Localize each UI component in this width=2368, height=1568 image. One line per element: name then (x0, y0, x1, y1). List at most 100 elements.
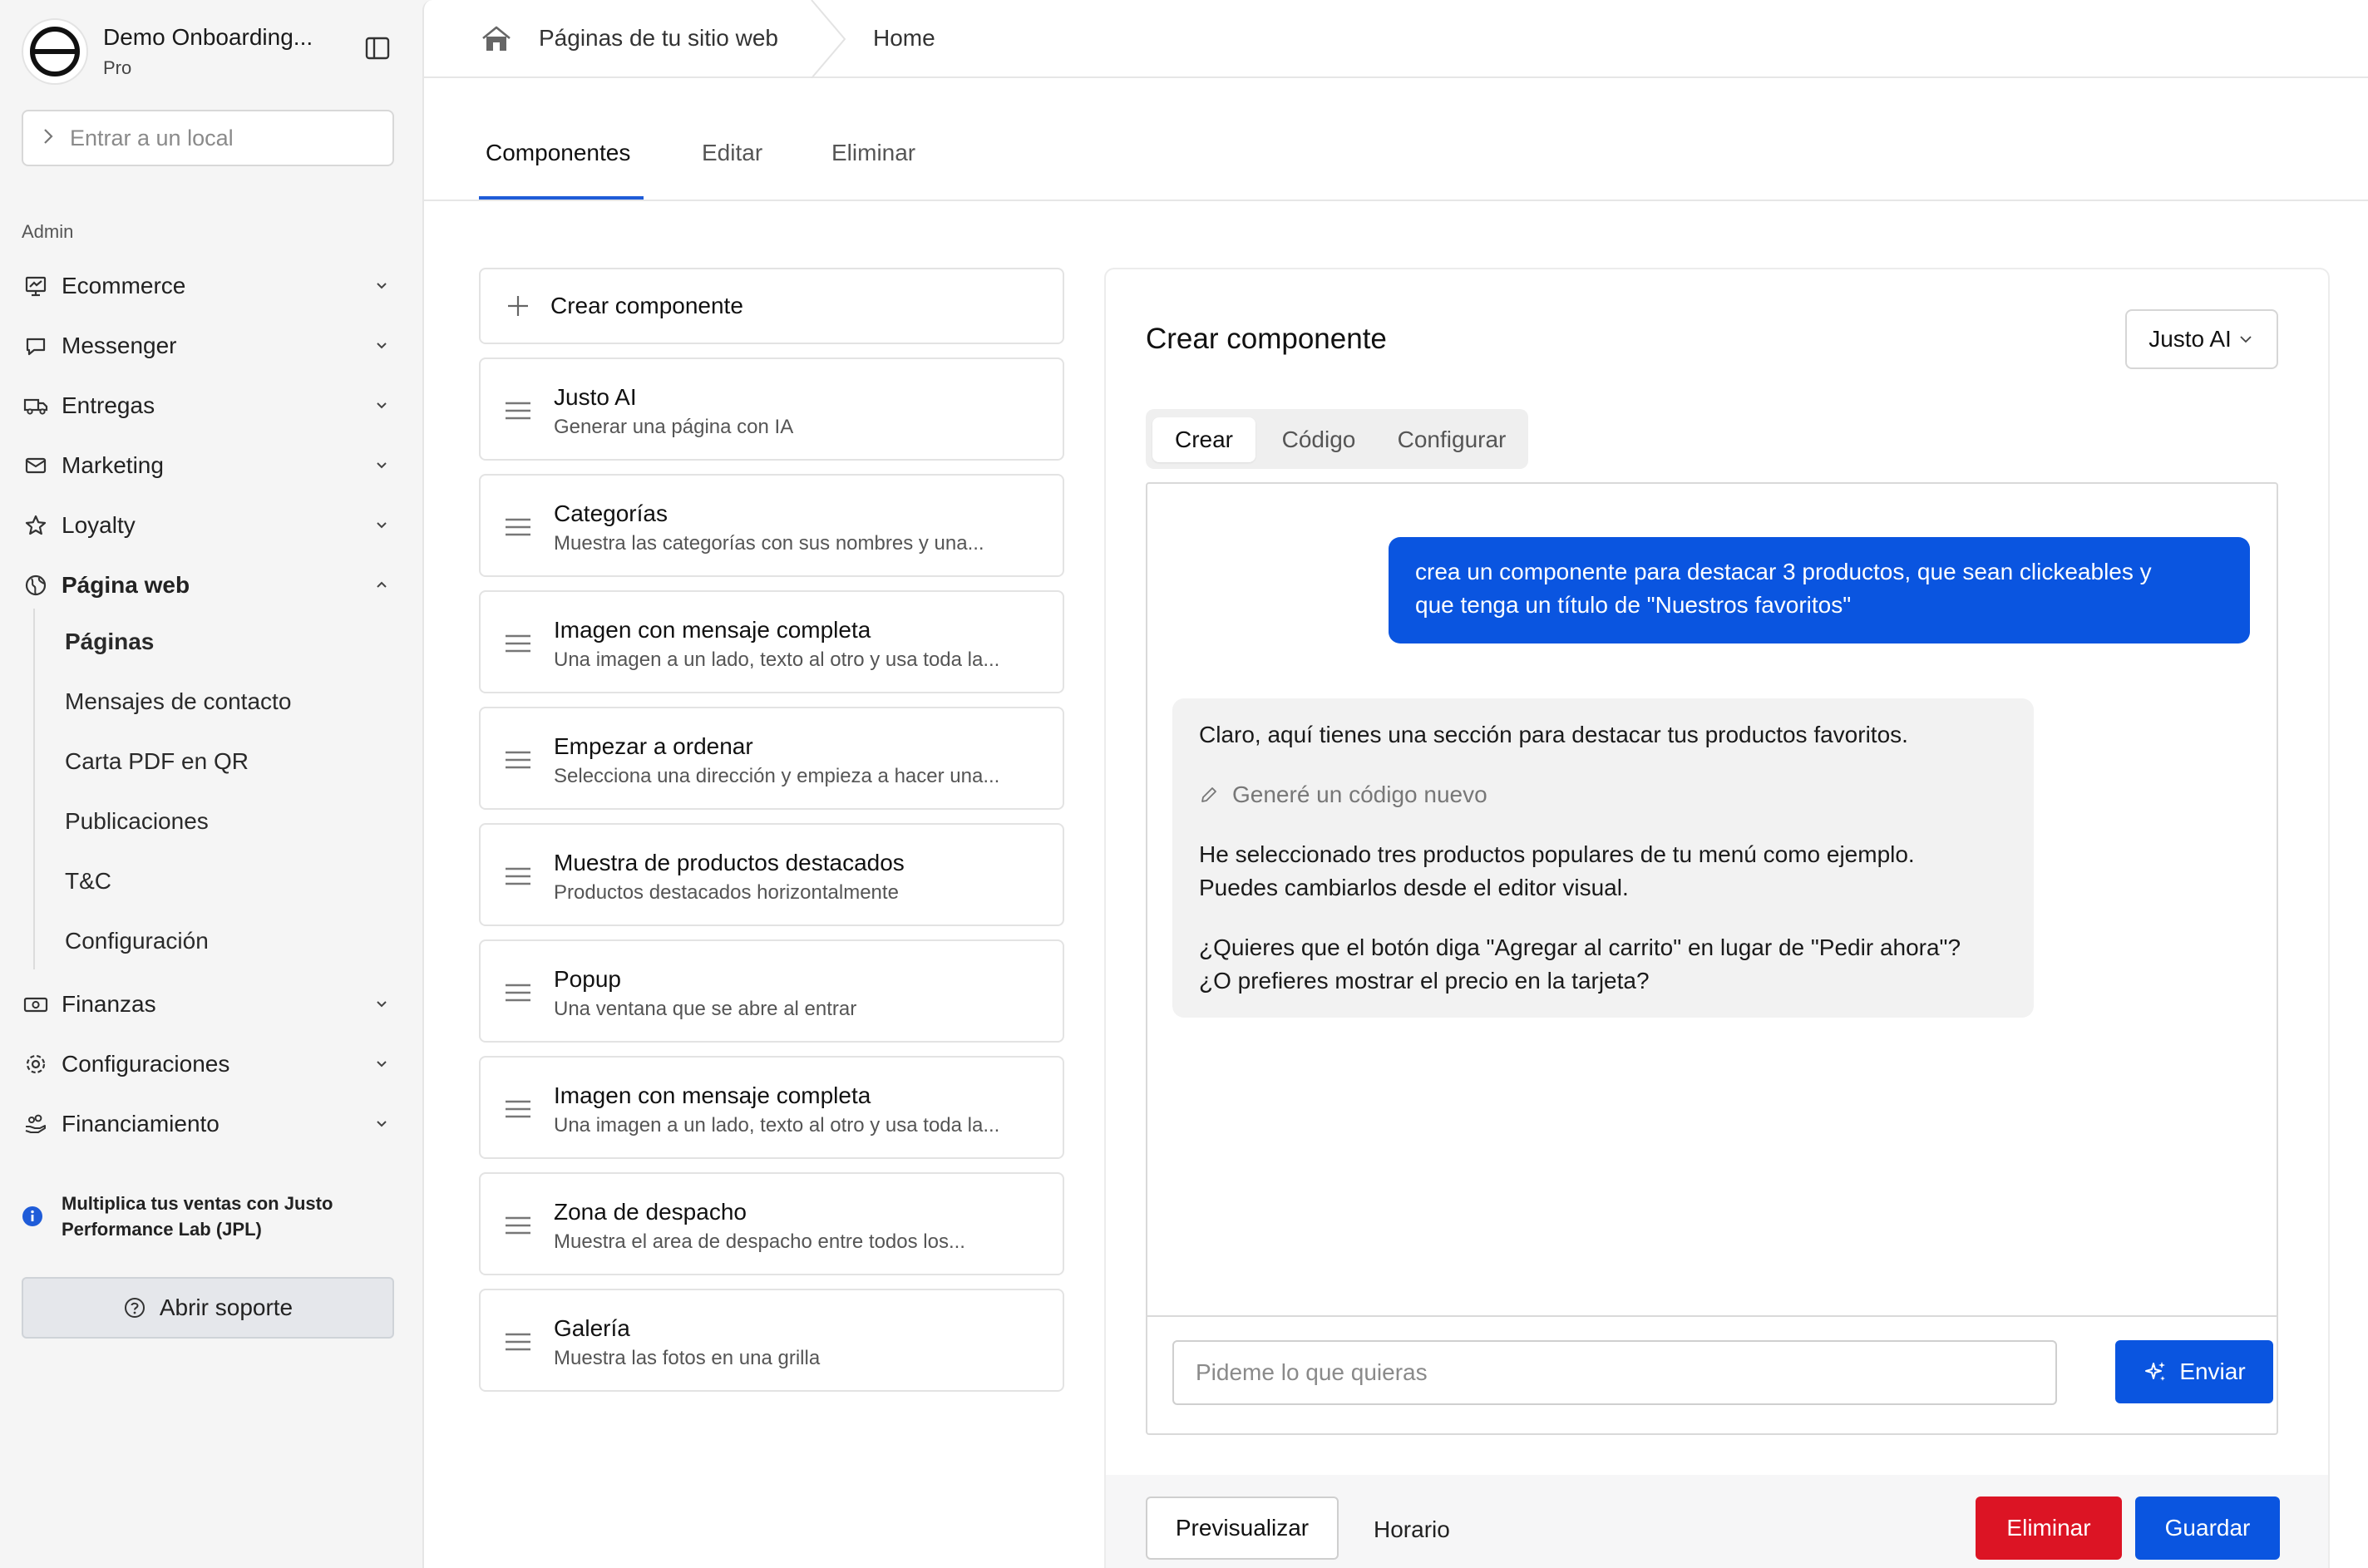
component-title: Zona de despacho (554, 1199, 747, 1225)
sidebar-item-configuraciones[interactable]: Configuraciones (22, 1041, 394, 1087)
drag-handle-icon[interactable] (506, 983, 530, 1003)
create-component-button[interactable]: Crear componente (479, 268, 1064, 344)
sidebar-item-marketing[interactable]: Marketing (22, 442, 394, 489)
tab-active-indicator (479, 196, 644, 200)
component-title: Empezar a ordenar (554, 733, 753, 759)
segment-codigo[interactable]: Código (1260, 417, 1377, 462)
ai-model-select[interactable]: Justo AI (2125, 309, 2278, 369)
component-title: Imagen con mensaje completa (554, 617, 871, 643)
drag-handle-icon[interactable] (506, 401, 530, 421)
component-title: Categorías (554, 500, 668, 526)
component-title: Muestra de productos destacados (554, 850, 905, 875)
sidebar-item-ecommerce[interactable]: Ecommerce (22, 263, 394, 309)
mode-segmented-control: Crear Código Configurar (1146, 409, 1528, 469)
info-icon (22, 1206, 43, 1227)
save-button[interactable]: Guardar (2135, 1497, 2280, 1560)
sidebar-item-financiamiento[interactable]: Financiamiento (22, 1101, 394, 1147)
enter-local-input[interactable] (70, 125, 369, 151)
chevron-up-icon (371, 574, 392, 596)
drag-handle-icon[interactable] (506, 1215, 530, 1235)
sidebar-subitem-publicaciones[interactable]: Publicaciones (65, 803, 209, 840)
chat-divider (1147, 1315, 2277, 1317)
component-card[interactable]: Imagen con mensaje completa Una imagen a… (479, 1056, 1064, 1159)
chat-area[interactable]: crea un componente para destacar 3 produ… (1146, 482, 2278, 1435)
gear-icon (22, 1050, 50, 1078)
component-editor-panel: Crear componente Justo AI Crear Código C… (1104, 268, 2330, 1568)
home-icon[interactable] (481, 25, 512, 53)
send-label: Enviar (2179, 1358, 2246, 1384)
drag-handle-icon[interactable] (506, 1099, 530, 1119)
tab-componentes[interactable]: Componentes (486, 140, 630, 166)
segment-crear[interactable]: Crear (1152, 417, 1256, 462)
drag-handle-icon[interactable] (506, 634, 530, 653)
preview-button[interactable]: Previsualizar (1146, 1497, 1339, 1560)
sidebar-subitem-mensajes[interactable]: Mensajes de contacto (65, 683, 291, 720)
sidebar-subitem-carta-pdf[interactable]: Carta PDF en QR (65, 743, 249, 780)
schedule-button[interactable]: Horario (1374, 1516, 1450, 1543)
drag-handle-icon[interactable] (506, 517, 530, 537)
sidebar: Demo Onboarding... Pro Admin Ecommerce M… (0, 0, 422, 1568)
section-label-admin: Admin (22, 221, 74, 242)
sidebar-item-finanzas[interactable]: Finanzas (22, 981, 394, 1028)
tab-eliminar[interactable]: Eliminar (831, 140, 915, 166)
breadcrumb-parent[interactable]: Páginas de tu sitio web (539, 25, 778, 52)
sidebar-item-label: Messenger (62, 333, 177, 358)
sidebar-subitem-paginas[interactable]: Páginas (65, 624, 154, 660)
pencil-icon (1201, 787, 1216, 802)
chevron-down-icon (371, 994, 392, 1015)
drag-handle-icon[interactable] (506, 1332, 530, 1352)
sidebar-subitem-tyc[interactable]: T&C (65, 863, 111, 900)
drag-handle-icon[interactable] (506, 750, 530, 770)
tab-editar[interactable]: Editar (702, 140, 762, 166)
component-description: Una imagen a un lado, texto al otro y us… (554, 1114, 1000, 1137)
component-description: Selecciona una dirección y empieza a hac… (554, 765, 1000, 787)
star-icon (22, 511, 50, 540)
chevron-right-icon (42, 127, 55, 150)
chevron-down-icon (2240, 336, 2252, 343)
chevron-down-icon (371, 1053, 392, 1075)
component-card[interactable]: Imagen con mensaje completa Una imagen a… (479, 590, 1064, 693)
sidebar-subitem-configuracion[interactable]: Configuración (65, 923, 209, 959)
sidebar-item-loyalty[interactable]: Loyalty (22, 502, 394, 549)
prompt-input[interactable] (1172, 1340, 2057, 1405)
component-card[interactable]: Empezar a ordenar Selecciona una direcci… (479, 707, 1064, 810)
sidebar-item-entregas[interactable]: Entregas (22, 382, 394, 429)
promo-line-1: Multiplica tus ventas con Justo (62, 1193, 333, 1214)
delete-button[interactable]: Eliminar (1976, 1497, 2122, 1560)
segment-configurar[interactable]: Configurar (1382, 417, 1522, 462)
help-circle-icon (124, 1298, 145, 1318)
chevron-down-icon (371, 335, 392, 357)
component-description: Generar una página con IA (554, 416, 794, 438)
brand[interactable]: Demo Onboarding... Pro (22, 18, 313, 85)
envelope-icon (22, 451, 50, 480)
submenu-line (33, 609, 35, 969)
component-card[interactable]: Muestra de productos destacados Producto… (479, 823, 1064, 926)
banknote-icon (22, 990, 50, 1018)
brand-plan: Pro (103, 57, 132, 78)
sidebar-item-pagina-web[interactable]: Página web (22, 562, 394, 609)
component-card[interactable]: Categorías Muestra las categorías con su… (479, 474, 1064, 577)
component-description: Productos destacados horizontalmente (554, 881, 899, 904)
drag-handle-icon[interactable] (506, 866, 530, 886)
send-button[interactable]: Enviar (2115, 1340, 2273, 1403)
generated-code-label: Generé un código nuevo (1232, 782, 1487, 807)
assistant-message-line: ¿O prefieres mostrar el precio en la tar… (1199, 968, 1650, 994)
sidebar-toggle-icon[interactable] (364, 35, 394, 65)
hand-coins-icon (22, 1110, 50, 1138)
sidebar-item-label: Finanzas (62, 991, 156, 1017)
open-support-button[interactable]: Abrir soporte (22, 1277, 394, 1339)
sidebar-item-messenger[interactable]: Messenger (22, 323, 394, 369)
generated-code-link[interactable]: Generé un código nuevo (1199, 778, 1487, 811)
sidebar-item-label: Configuraciones (62, 1051, 230, 1077)
assistant-message-line: ¿Quieres que el botón diga "Agregar al c… (1199, 934, 1961, 960)
sparkles-icon (2145, 1362, 2166, 1381)
promo-banner[interactable]: Multiplica tus ventas con Justo Performa… (22, 1191, 387, 1242)
user-message-line: que tenga un título de "Nuestros favorit… (1415, 592, 1852, 618)
breadcrumb-current[interactable]: Home (873, 25, 935, 52)
truck-icon (22, 392, 50, 420)
enter-local-field[interactable] (22, 110, 394, 166)
component-card[interactable]: Zona de despacho Muestra el area de desp… (479, 1172, 1064, 1275)
component-card[interactable]: Galería Muestra las fotos en una grilla (479, 1289, 1064, 1392)
component-card[interactable]: Popup Una ventana que se abre al entrar (479, 939, 1064, 1043)
component-card[interactable]: Justo AI Generar una página con IA (479, 357, 1064, 461)
